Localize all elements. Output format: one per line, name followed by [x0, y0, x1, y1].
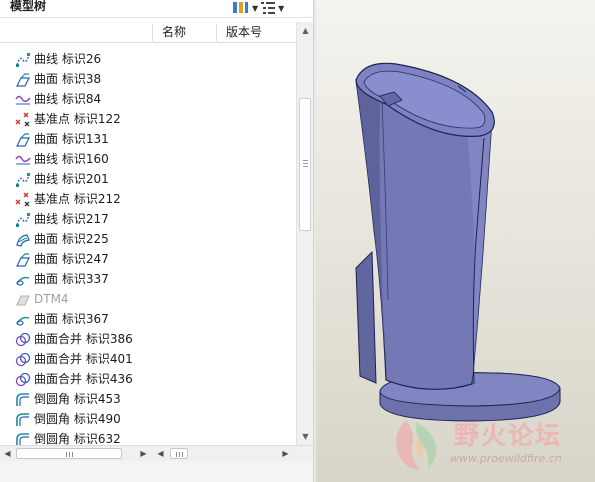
datum-point-icon	[15, 112, 31, 128]
surface-icon	[15, 132, 31, 148]
tree-item[interactable]: 倒圆角 标识490	[0, 409, 296, 429]
tree-item[interactable]: 倒圆角 标识632	[0, 429, 296, 445]
tree-item[interactable]: 曲线 标识26	[0, 49, 296, 69]
column-header-version[interactable]: 版本号	[226, 22, 262, 42]
tree-filter-icon	[261, 2, 276, 14]
tree-item-label: DTM4	[34, 292, 69, 306]
scroll-right-arrow-icon[interactable]: ▶	[279, 447, 292, 460]
sweep-surface-icon	[15, 272, 31, 288]
tree-item-label: 曲线 标识201	[34, 172, 109, 186]
column-header-name[interactable]: 名称	[162, 22, 186, 42]
tree-item[interactable]: 曲面 标识367	[0, 309, 296, 329]
tree-item-label: 曲线 标识84	[34, 92, 102, 106]
chevron-down-icon: ▼	[278, 3, 285, 13]
tree-item-label: 曲面 标识247	[34, 252, 109, 266]
version-column-hscroll-thumb[interactable]	[170, 448, 188, 459]
tree-item-label: 曲面合并 标识436	[34, 372, 133, 386]
tree-item-label: 曲线 标识217	[34, 212, 109, 226]
tree-filter-button[interactable]: ▼	[260, 0, 284, 16]
tree-item-label: 曲面 标识367	[34, 312, 109, 326]
column-header-row: 名称 版本号	[0, 22, 296, 43]
column-divider[interactable]	[216, 24, 217, 41]
datum-plane-icon	[15, 292, 31, 308]
watermark-title: 野火论坛	[454, 421, 563, 450]
vertical-scrollbar[interactable]: ▲ ▼	[296, 22, 313, 445]
tree-item[interactable]: 曲面 标识225	[0, 229, 296, 249]
scroll-down-arrow-icon[interactable]: ▼	[297, 428, 314, 445]
model-tree-header: 模型树 ▼ ▼	[0, 0, 316, 18]
curve-icon	[15, 172, 31, 188]
tree-item-label: 曲线 标识160	[34, 152, 109, 166]
name-column-hscroll-thumb[interactable]	[16, 448, 122, 459]
merge-icon	[15, 332, 31, 348]
column-divider[interactable]	[152, 24, 153, 41]
model-tree-list: 曲线 标识167 曲线 标识26 曲面 标识38 曲线 标识84 基准点 标识122 曲面…	[0, 43, 296, 445]
panel-status-strip	[0, 461, 316, 482]
model-tree-panel: 模型树 ▼ ▼ 名称 版本号 曲线 标识26 曲面 标识38 曲线 标识84 基…	[0, 0, 316, 482]
version-column-hscroll[interactable]: ◀ ▶	[152, 446, 296, 462]
round-icon	[15, 432, 31, 445]
tree-item-label: 曲面 标识131	[34, 132, 109, 146]
chevron-down-icon: ▼	[252, 3, 259, 13]
tree-item-label: 曲面 标识337	[34, 272, 109, 286]
tree-item-label: 基准点 标识122	[34, 112, 121, 126]
round-icon	[15, 392, 31, 408]
tree-item-label: 倒圆角 标识490	[34, 412, 121, 426]
watermark-url: www.proewildfire.cn	[450, 452, 562, 465]
curve-icon	[15, 52, 31, 68]
tree-item[interactable]: DTM4	[0, 289, 296, 309]
surface-icon	[15, 252, 31, 268]
tree-settings-icon	[233, 2, 248, 13]
model-back-support	[355, 250, 377, 384]
name-column-hscroll[interactable]: ◀ ▶	[0, 446, 152, 462]
graphics-viewport[interactable]: 野火论坛 www.proewildfire.cn	[316, 0, 595, 482]
sketch-curve-icon	[15, 152, 31, 168]
curve-icon	[15, 212, 31, 228]
scroll-up-arrow-icon[interactable]: ▲	[297, 22, 314, 39]
model-tree-title: 模型树	[10, 0, 47, 13]
sketch-curve-icon	[15, 92, 31, 108]
3d-model[interactable]	[316, 0, 595, 482]
tree-item-label: 曲面 标识225	[34, 232, 109, 246]
tree-item[interactable]: 曲面 标识38	[0, 69, 296, 89]
tree-item-label: 基准点 标识212	[34, 192, 121, 206]
watermark: 野火论坛 www.proewildfire.cn	[384, 412, 594, 478]
merge-icon	[15, 352, 31, 368]
tree-item[interactable]: 曲面 标识131	[0, 129, 296, 149]
tree-item[interactable]: 曲面合并 标识401	[0, 349, 296, 369]
boundary-surface-icon	[15, 232, 31, 248]
tree-item[interactable]: 曲面合并 标识386	[0, 329, 296, 349]
tree-item-label: 曲线 标识26	[34, 52, 102, 66]
tree-item[interactable]: 曲线 标识201	[0, 169, 296, 189]
scroll-left-arrow-icon[interactable]: ◀	[154, 447, 167, 460]
flame-logo-icon	[396, 420, 437, 470]
tree-item[interactable]: 曲线 标识84	[0, 89, 296, 109]
tree-item[interactable]: 基准点 标识122	[0, 109, 296, 129]
scroll-right-arrow-icon[interactable]: ▶	[137, 447, 150, 460]
tree-item[interactable]: 基准点 标识212	[0, 189, 296, 209]
sweep-surface-icon	[15, 312, 31, 328]
tree-item-label: 曲面合并 标识401	[34, 352, 133, 366]
scroll-left-arrow-icon[interactable]: ◀	[1, 447, 14, 460]
tree-item-label: 曲面合并 标识386	[34, 332, 133, 346]
surface-icon	[15, 72, 31, 88]
tree-item[interactable]: 曲面合并 标识436	[0, 369, 296, 389]
tree-item-label: 倒圆角 标识632	[34, 432, 121, 445]
horizontal-scrollbars: ◀ ▶ ◀ ▶	[0, 445, 316, 461]
tree-item[interactable]: 曲面 标识337	[0, 269, 296, 289]
tree-item[interactable]: 曲线 标识160	[0, 149, 296, 169]
tree-item-label: 曲线 标识167	[34, 43, 109, 46]
datum-point-icon	[15, 192, 31, 208]
tree-item[interactable]: 倒圆角 标识453	[0, 389, 296, 409]
round-icon	[15, 412, 31, 428]
vertical-scroll-thumb[interactable]	[299, 98, 311, 231]
tree-item[interactable]: 曲面 标识247	[0, 249, 296, 269]
tree-item-label: 曲面 标识38	[34, 72, 102, 86]
merge-icon	[15, 372, 31, 388]
tree-settings-button[interactable]: ▼	[232, 0, 258, 16]
tree-item-label: 倒圆角 标识453	[34, 392, 121, 406]
tree-item[interactable]: 曲线 标识217	[0, 209, 296, 229]
